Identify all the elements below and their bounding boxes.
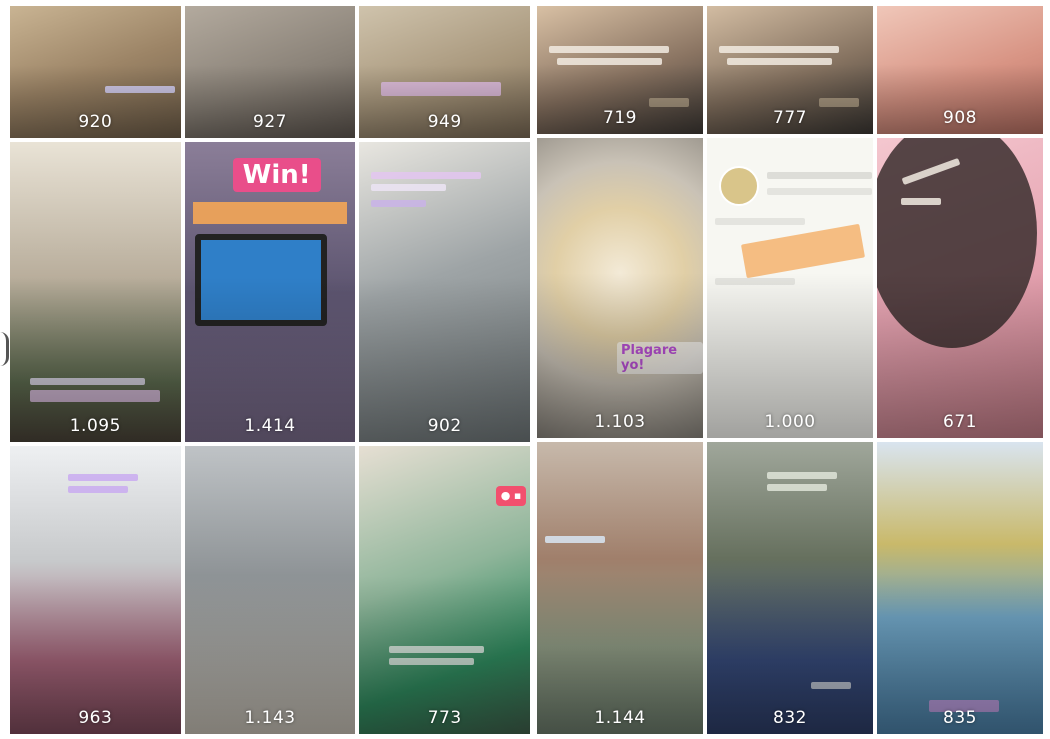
profile-bio [715,278,795,285]
avatar [719,166,759,206]
story-tile[interactable]: 835 [877,442,1043,734]
story-tile[interactable]: 927 [184,6,356,138]
story-grid-left: 920 927 949 1.095 Win! 1.414 902 963 1.1… [10,6,530,734]
story-tile[interactable]: 719 [537,6,703,134]
profile-bio [715,218,805,225]
sticker-label [30,378,145,385]
sticker-label [68,486,128,493]
sticker-label [371,184,447,191]
view-count: 1.103 [594,412,646,432]
view-count: 773 [427,708,462,728]
caption-highlight [740,223,866,279]
story-tile[interactable]: 908 [877,6,1043,134]
caption-highlight [192,202,348,224]
view-count: 949 [427,112,462,132]
view-count: 920 [78,112,113,132]
view-count: 835 [943,708,977,728]
story-tile[interactable]: 1.095 [10,142,181,442]
view-count: 1.143 [244,708,296,728]
view-count: 671 [943,412,977,432]
story-tile[interactable]: Plagare yo! 1.103 [537,138,703,438]
sticker-label [389,658,475,665]
story-grid-right: 719 777 908 Plagare yo! 1.103 1.000 671 … [537,6,1043,734]
view-count: 777 [773,108,807,128]
heart-camera-icon: ● ▪ [496,486,526,506]
sticker-label [719,46,839,53]
sticker-label [767,472,837,479]
sticker-label [371,172,482,179]
story-tile[interactable]: 963 [10,446,181,734]
sticker-label [389,646,485,653]
story-tile[interactable]: 777 [707,6,873,134]
story-tile[interactable]: 671 [877,138,1043,438]
story-tile[interactable]: 832 [707,442,873,734]
sticker-label [549,46,669,53]
sticker-label [68,474,138,481]
story-tile[interactable]: 1.000 [707,138,873,438]
profile-screenshot [707,138,873,438]
profile-stats [767,188,872,195]
sticker-label [371,200,427,207]
sticker-label [767,484,827,491]
sticker-label [811,682,851,689]
sticker-label [819,98,859,107]
sticker-label [381,82,502,96]
profile-stats [767,172,872,179]
view-count: 908 [943,108,977,128]
sticker-label [545,536,605,543]
view-count: 719 [603,108,637,128]
purple-tag: Plagare yo! [617,342,703,374]
dark-shape [877,138,1037,348]
story-tile[interactable]: 1.144 [537,442,703,734]
story-tile[interactable]: 920 [10,6,181,138]
view-count: 902 [427,416,462,436]
view-count: 832 [773,708,807,728]
sticker-label [105,86,175,93]
story-tile[interactable]: Win! 1.414 [184,142,356,442]
view-count: 1.095 [69,416,121,436]
view-count: 927 [253,112,287,132]
story-tile[interactable]: 902 [359,142,530,442]
view-count: 1.414 [244,416,296,436]
story-tile[interactable]: 1.143 [184,446,356,734]
sticker-label [901,198,941,205]
seat-screen [194,234,327,326]
left-edge-arrow [0,332,9,366]
sticker-label [727,58,832,65]
view-count: 963 [78,708,113,728]
view-count: 1.000 [764,412,816,432]
win-sticker: Win! [232,158,321,192]
sticker-label [649,98,689,107]
story-tile[interactable]: ● ▪ 773 [359,446,530,734]
sticker-label [557,58,662,65]
view-count: 1.144 [594,708,646,728]
story-tile[interactable]: 949 [359,6,530,138]
sticker-label [30,390,160,402]
